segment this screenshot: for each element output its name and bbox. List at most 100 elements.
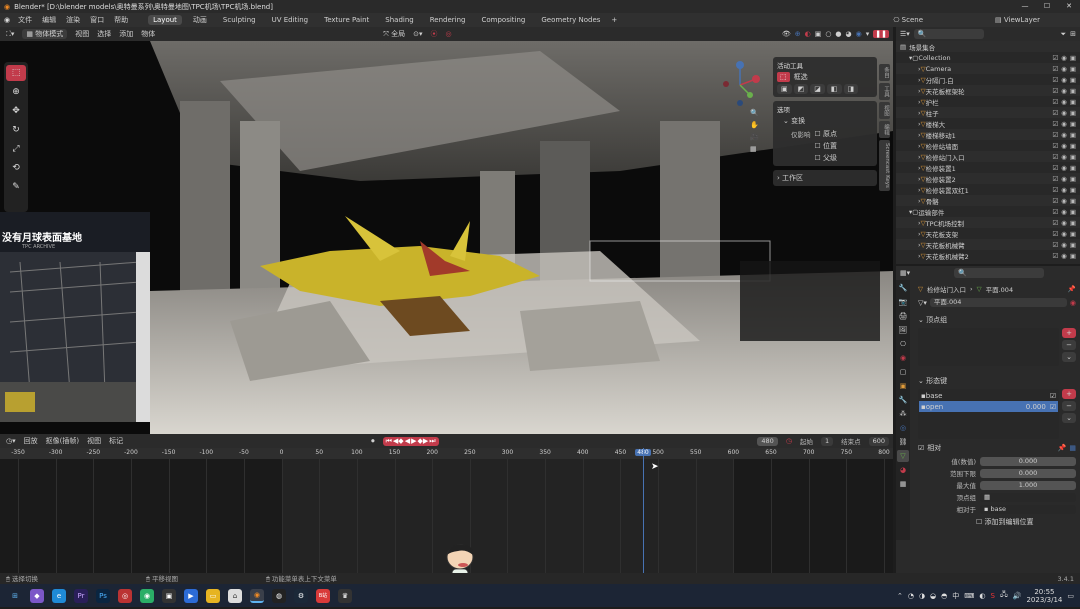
shape-keys-header[interactable]: ⌄ 形态键 (918, 376, 1076, 386)
eye-icon[interactable]: ◉ (1061, 87, 1067, 95)
app-red-icon[interactable]: ◎ (118, 588, 132, 603)
outliner-item[interactable]: › ▽ 检修装置双红1 ☑ ◉ ▣ (896, 184, 1080, 195)
eye-icon[interactable]: ◉ (1061, 197, 1067, 205)
windows-start-icon[interactable]: ⊞ (8, 589, 22, 603)
timeline-editor-icon[interactable]: ◷▾ (6, 437, 16, 445)
gizmo-icon[interactable]: ⊕ (795, 30, 801, 38)
mode-selector[interactable]: ▦ 物体模式 (22, 29, 68, 39)
scene-selector[interactable]: ⎔ Scene (893, 16, 923, 24)
editor-type-icon[interactable]: ⛶▾ (6, 30, 14, 39)
tab-rendering[interactable]: Rendering (425, 15, 471, 25)
eye-icon[interactable]: ◉ (1061, 153, 1067, 161)
tab-item[interactable]: 条目 (879, 64, 890, 81)
checkbox-icon[interactable]: ☑ (1052, 153, 1058, 161)
outliner-item[interactable]: › ▽ 检修装置2 ☑ ◉ ▣ (896, 173, 1080, 184)
current-frame-field[interactable]: 480 (757, 436, 778, 446)
premiere-icon[interactable]: Pr (74, 588, 88, 603)
eye-icon[interactable]: ◉ (1061, 142, 1067, 150)
checkbox-icon[interactable]: ☑ (1052, 120, 1058, 128)
scale-tool[interactable]: ⤢ (6, 141, 26, 157)
fake-user-icon[interactable]: ◉ (1070, 299, 1076, 307)
outliner-item[interactable]: › ▽ Camera ☑ ◉ ▣ (896, 63, 1080, 74)
menu-add[interactable]: 添加 (119, 29, 133, 39)
outliner-item[interactable]: › ▽ 天花板机械臂2 ☑ ◉ ▣ (896, 250, 1080, 261)
add-workspace-icon[interactable]: + (611, 16, 617, 24)
tab-animation[interactable]: 动画 (188, 14, 212, 26)
mesh-name-field[interactable]: 平面.004 (929, 298, 1067, 307)
timeline-ruler[interactable]: -350 -300 -250 -200 -150 -100 -50 0 50 100 150 200 2… (0, 448, 893, 459)
clock[interactable]: 20:55 2023/3/14 (1026, 588, 1062, 604)
tab-tool[interactable]: 工具 (879, 83, 890, 100)
tab-view[interactable]: 视图 (879, 102, 890, 119)
checkbox-icon[interactable]: ☑ (1052, 219, 1058, 227)
camera-icon[interactable]: ▣ (1070, 230, 1076, 238)
volume-icon[interactable]: 🔊 (1013, 592, 1022, 600)
eye-icon[interactable]: ◉ (1061, 65, 1067, 73)
eye-icon[interactable]: ◉ (1061, 54, 1067, 62)
view-layer-selector[interactable]: ▤ ViewLayer (995, 16, 1040, 24)
app-white-icon[interactable]: ⌂ (228, 588, 242, 603)
texture-tab-icon[interactable]: ▦ (897, 478, 909, 490)
outliner-item[interactable]: ▾ ▢ 运输部件 ☑ ◉ ▣ (896, 206, 1080, 217)
object-tab-icon[interactable]: ▣ (897, 380, 909, 392)
rotate-tool[interactable]: ↻ (6, 122, 26, 138)
shape-key-row[interactable]: ▪ base ☑ (919, 390, 1058, 401)
tray-app-icon[interactable]: ◔ (908, 592, 914, 600)
eye-icon[interactable]: ◉ (1061, 252, 1067, 260)
eye-icon[interactable]: ◉ (1061, 230, 1067, 238)
network-icon[interactable]: 🖧 (1000, 590, 1008, 601)
transform-orientation[interactable]: ⤧ 全局 (383, 29, 405, 39)
eye-icon[interactable]: ◉ (1061, 208, 1067, 216)
camera-icon[interactable]: ▣ (1070, 164, 1076, 172)
menu-marker[interactable]: 标记 (109, 436, 123, 446)
pin-icon[interactable]: 📌 (1068, 285, 1076, 293)
vertex-groups-header[interactable]: ⌄ 顶点组 (918, 315, 1076, 325)
properties-search-field[interactable]: 🔍 (954, 268, 1045, 278)
tab-geometry-nodes[interactable]: Geometry Nodes (536, 15, 605, 25)
eye-icon[interactable]: ◉ (1061, 76, 1067, 84)
camera-icon[interactable]: ▣ (1070, 54, 1076, 62)
properties-editor-icon[interactable]: ▦▾ (900, 269, 910, 277)
select-mode-extend-icon[interactable]: ◩ (793, 84, 809, 94)
menu-view[interactable]: 视图 (75, 29, 89, 39)
menu-keying[interactable]: 抠像(插帧) (46, 436, 79, 446)
tray-app5-icon[interactable]: ◐ (979, 592, 985, 600)
data-tab-icon[interactable]: ▽ (897, 450, 909, 462)
camera-icon[interactable]: ▣ (1070, 241, 1076, 249)
tab-sculpting[interactable]: Sculpting (218, 15, 261, 25)
start-frame-field[interactable]: 1 (820, 436, 834, 446)
checkbox-icon[interactable]: ☑ (1052, 175, 1058, 183)
visibility-icon[interactable]: 👁 (782, 30, 791, 38)
checkbox-icon[interactable]: ☑ (1052, 142, 1058, 150)
next-key-icon[interactable]: ◆▶ (417, 437, 428, 446)
affect-parent-checkbox[interactable]: ☐ 父级 (815, 153, 838, 163)
checkbox-icon[interactable]: ☑ (1052, 241, 1058, 249)
relative-checkbox[interactable]: ☑ (918, 444, 924, 452)
collection-tab-icon[interactable]: ▢ (897, 366, 909, 378)
modifier-tab-icon[interactable]: 🔧 (897, 394, 909, 406)
outliner-item[interactable]: › ▽ 天花板机械臂 ☑ ◉ ▣ (896, 239, 1080, 250)
xray-icon[interactable]: ▣ (815, 30, 822, 38)
outliner-item[interactable]: › ▽ 护栏 ☑ ◉ ▣ (896, 96, 1080, 107)
relative-to-field[interactable]: ▪ base (980, 504, 1076, 514)
checkbox-icon[interactable]: ☑ (1052, 208, 1058, 216)
particles-tab-icon[interactable]: ⁂ (897, 408, 909, 420)
checkbox-icon[interactable]: ☑ (1052, 230, 1058, 238)
transform-subpanel-title[interactable]: ⌄ 变换 (777, 116, 873, 126)
menu-render[interactable]: 渲染 (64, 15, 82, 25)
jump-end-icon[interactable]: ⏭ (429, 437, 435, 446)
view-layer-tab-icon[interactable]: 🖼 (897, 324, 909, 336)
app-blue-icon[interactable]: ▶ (184, 588, 198, 603)
camera-icon[interactable]: ▣ (1070, 87, 1076, 95)
checkbox-icon[interactable]: ☑ (1052, 98, 1058, 106)
bilibili-icon[interactable]: B站 (316, 588, 330, 603)
checkbox-icon[interactable]: ☑ (1052, 65, 1058, 73)
outliner-item[interactable]: › ▽ 骨骼 ☑ ◉ ▣ (896, 195, 1080, 206)
camera-view-icon[interactable]: 🎥 (750, 133, 764, 141)
jump-start-icon[interactable]: ⏮ (386, 437, 392, 446)
tray-ime-icon[interactable]: ⌨ (964, 592, 974, 600)
constraints-tab-icon[interactable]: ⛓ (897, 436, 909, 448)
tray-sogou-icon[interactable]: S (990, 592, 994, 600)
annotate-tool[interactable]: ✎ (6, 179, 26, 195)
playhead-line[interactable] (643, 448, 645, 573)
